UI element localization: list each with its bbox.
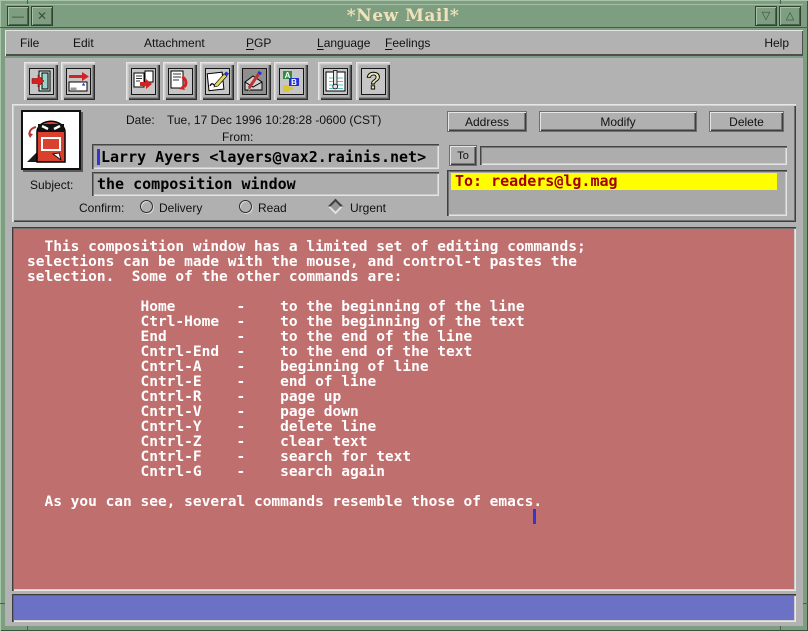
delivery-radio[interactable] <box>140 200 153 213</box>
headers-button[interactable] <box>318 62 352 100</box>
message-body-text: This composition window has a limited se… <box>12 227 796 510</box>
read-radio[interactable] <box>239 200 252 213</box>
spellcheck-icon <box>242 68 267 95</box>
delete-button[interactable]: Delete <box>709 111 784 132</box>
status-bar <box>12 594 796 622</box>
message-body-editor[interactable]: This composition window has a limited se… <box>12 227 796 591</box>
send-mail-icon: * <box>66 68 91 95</box>
menubar: File Edit Attachment PGP Language Feelin… <box>5 30 803 56</box>
svg-text:B: B <box>291 78 297 87</box>
body-text-caret <box>533 509 536 524</box>
headers-note-icon <box>323 68 348 95</box>
insert-file-button[interactable] <box>126 62 160 100</box>
close-button[interactable]: ✕ <box>31 6 53 26</box>
from-field[interactable]: Larry Ayers <layers@vax2.rainis.net> <box>92 144 439 169</box>
date-value: Tue, 17 Dec 1996 10:28:28 -0600 (CST) <box>167 113 381 127</box>
menu-file[interactable]: File <box>20 36 39 50</box>
shade-down-icon: ▽ <box>762 11 770 22</box>
titlebar[interactable]: — ✕ *New Mail* ▽ △ <box>5 4 803 28</box>
urgent-label: Urgent <box>350 201 386 215</box>
window-title: *New Mail* <box>53 6 753 26</box>
expand-up-icon: △ <box>786 11 794 22</box>
expand-button[interactable]: △ <box>779 6 801 26</box>
requeue-button[interactable] <box>163 62 197 100</box>
recipient-row-selected[interactable]: To: readers@lg.mag <box>451 173 777 190</box>
menu-edit[interactable]: Edit <box>73 36 94 50</box>
from-label: From: <box>222 130 253 144</box>
urgent-toggle[interactable] <box>328 199 344 215</box>
read-label: Read <box>258 201 287 215</box>
subject-label: Subject: <box>30 178 73 192</box>
alias-ab-icon: A B <box>279 68 304 95</box>
client-area: * <box>5 58 803 626</box>
exit-button[interactable] <box>24 62 58 100</box>
address-button[interactable]: Address <box>447 111 527 132</box>
help-button[interactable]: ? <box>356 62 390 100</box>
minimize-icon: — <box>12 10 24 22</box>
shade-button[interactable]: ▽ <box>755 6 777 26</box>
date-label: Date: <box>126 113 155 127</box>
new-mail-window: — ✕ *New Mail* ▽ △ File Edit Attachment … <box>0 0 808 631</box>
help-icon: ? <box>361 68 386 95</box>
confirm-label: Confirm: <box>79 201 124 215</box>
menu-attachment[interactable]: Attachment <box>144 36 205 50</box>
signature-button[interactable] <box>200 62 234 100</box>
svg-text:?: ? <box>366 69 381 94</box>
exit-icon <box>29 68 54 95</box>
insert-file-icon <box>131 68 156 95</box>
delivery-label: Delivery <box>159 201 202 215</box>
recipient-list[interactable]: To: readers@lg.mag <box>447 170 787 216</box>
menu-feelings[interactable]: Feelings <box>385 36 430 50</box>
to-input[interactable] <box>480 146 787 165</box>
signature-icon <box>205 68 230 95</box>
subject-field[interactable]: the composition window <box>92 172 439 196</box>
menu-language[interactable]: Language <box>317 36 370 50</box>
to-type-button[interactable]: To <box>449 145 477 166</box>
mailbox-logo <box>21 110 81 170</box>
alias-button[interactable]: A B <box>274 62 308 100</box>
menu-help[interactable]: Help <box>764 36 789 50</box>
menu-pgp[interactable]: PGP <box>246 36 271 50</box>
header-panel: Date: Tue, 17 Dec 1996 10:28:28 -0600 (C… <box>12 104 796 222</box>
send-button[interactable]: * <box>61 62 95 100</box>
minimize-button[interactable]: — <box>7 6 29 26</box>
text-caret <box>97 149 100 165</box>
requeue-icon <box>168 68 193 95</box>
close-icon: ✕ <box>37 10 47 22</box>
modify-button[interactable]: Modify <box>539 111 697 132</box>
spellcheck-button[interactable] <box>237 62 271 100</box>
